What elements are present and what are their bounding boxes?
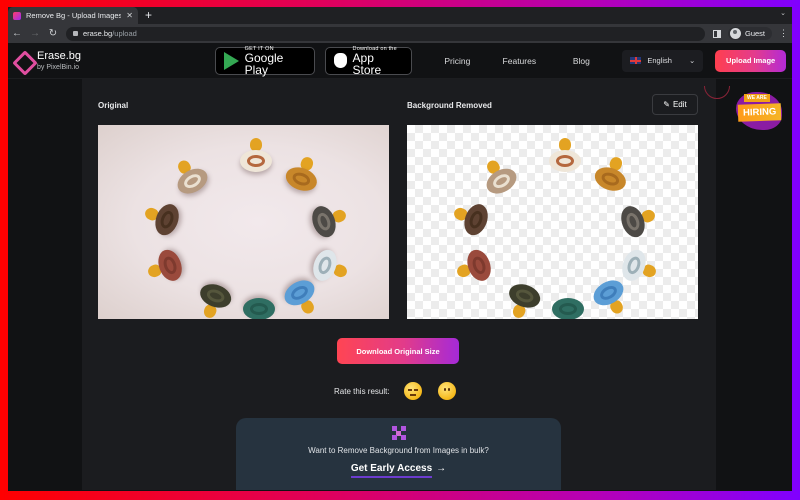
pacifier xyxy=(547,138,583,177)
close-icon[interactable]: ✕ xyxy=(126,11,133,20)
browser-window: Remove Bg - Upload Images to ✕ + ⌄ ← → ↻… xyxy=(8,7,792,491)
bulk-grid-icon xyxy=(391,426,406,440)
arrow-right-icon: → xyxy=(436,463,447,474)
main-nav: Pricing Features Blog xyxy=(426,56,612,66)
profile-label: Guest xyxy=(744,29,765,38)
avatar xyxy=(729,28,741,39)
edit-label: Edit xyxy=(672,100,687,109)
app-store-big: App Store xyxy=(352,50,382,77)
pacifier xyxy=(143,198,189,242)
site-header: Erase.bg by PixelBin.io GET IT ON Google… xyxy=(8,43,792,79)
pacifier xyxy=(303,200,348,244)
language-select[interactable]: English ⌄ xyxy=(622,49,704,72)
erase-bg-logo-icon xyxy=(14,52,32,70)
lock-icon[interactable] xyxy=(73,31,78,36)
rating-row: Rate this result: xyxy=(334,382,472,400)
pacifier xyxy=(241,293,277,319)
url-path: /upload xyxy=(112,29,137,38)
nav-features[interactable]: Features xyxy=(488,56,550,66)
page-body: Original Background Removed ✎ Edit Downl… xyxy=(8,79,792,490)
get-early-access-link[interactable]: Get Early Access → xyxy=(350,463,447,478)
website: Erase.bg by PixelBin.io GET IT ON Google… xyxy=(8,43,792,491)
google-play-button[interactable]: GET IT ON Google Play xyxy=(214,46,316,77)
app-store-button[interactable]: Download on the App Store xyxy=(325,46,413,77)
pacifier xyxy=(455,243,501,287)
google-play-big: Google Play xyxy=(244,50,284,77)
chevron-down-icon[interactable]: ⌄ xyxy=(780,9,786,17)
result-section: Original Background Removed ✎ Edit Downl… xyxy=(82,79,716,490)
background-removed-label: Background Removed xyxy=(407,101,492,110)
sad-face-icon[interactable] xyxy=(403,382,422,400)
background-removed-image xyxy=(407,125,698,319)
pacifier xyxy=(479,158,525,204)
arrow-right-icon[interactable]: → xyxy=(30,28,40,39)
pacifier xyxy=(612,200,657,244)
pacifier xyxy=(194,275,238,319)
upload-image-button[interactable]: Upload Image xyxy=(715,49,786,72)
address-bar[interactable]: erase.bg/upload xyxy=(66,26,705,41)
pencil-icon: ✎ xyxy=(663,100,670,109)
nav-blog[interactable]: Blog xyxy=(550,56,612,66)
tab-strip: Remove Bg - Upload Images to ✕ + ⌄ xyxy=(8,7,792,24)
reload-icon[interactable]: ↻ xyxy=(48,28,58,39)
pacifier xyxy=(238,138,274,177)
we-are-hiring-badge[interactable]: WE ARE HIRING xyxy=(730,88,788,136)
bulk-upload-card: Want to Remove Background from Images in… xyxy=(236,418,561,490)
nav-pricing[interactable]: Pricing xyxy=(426,56,488,66)
bulk-text: Want to Remove Background from Images in… xyxy=(308,446,489,455)
logo-byline: by PixelBin.io xyxy=(37,63,80,71)
profile-button[interactable]: Guest xyxy=(727,27,772,40)
side-panel-icon[interactable] xyxy=(712,29,721,38)
original-image xyxy=(98,125,389,319)
hiring-top-text: WE ARE xyxy=(744,94,770,102)
arrow-left-icon[interactable]: ← xyxy=(12,28,22,39)
browser-tab[interactable]: Remove Bg - Upload Images to ✕ xyxy=(8,7,138,24)
pacifier xyxy=(279,155,323,201)
url-domain: erase.bg xyxy=(83,29,113,38)
browser-toolbar: ← → ↻ erase.bg/upload Guest ⋮ xyxy=(8,24,792,43)
edit-button[interactable]: ✎ Edit xyxy=(652,94,698,115)
pacifier xyxy=(452,198,498,242)
chevron-down-icon: ⌄ xyxy=(689,56,696,65)
kebab-menu-icon[interactable]: ⋮ xyxy=(779,28,788,39)
pacifier xyxy=(550,293,586,319)
download-original-size-button[interactable]: Download Original Size xyxy=(337,338,459,364)
logo[interactable]: Erase.bg by PixelBin.io xyxy=(14,49,215,71)
google-play-icon xyxy=(223,51,239,70)
tab-title: Remove Bg - Upload Images to xyxy=(26,11,122,20)
pacifier xyxy=(170,158,216,204)
apple-icon xyxy=(334,53,347,68)
favicon-icon xyxy=(13,11,21,20)
uk-flag-icon xyxy=(630,57,642,64)
plus-icon[interactable]: + xyxy=(145,8,152,22)
hiring-main-text: HIRING xyxy=(737,103,782,122)
language-label: English xyxy=(647,56,672,65)
logo-name: Erase.bg xyxy=(37,49,82,62)
get-early-access-label: Get Early Access xyxy=(350,463,433,478)
pacifier xyxy=(588,155,632,201)
rate-label: Rate this result: xyxy=(334,386,390,396)
original-label: Original xyxy=(98,101,129,110)
pacifier xyxy=(146,243,192,287)
pacifier xyxy=(503,275,547,319)
neutral-face-icon[interactable] xyxy=(437,382,456,400)
